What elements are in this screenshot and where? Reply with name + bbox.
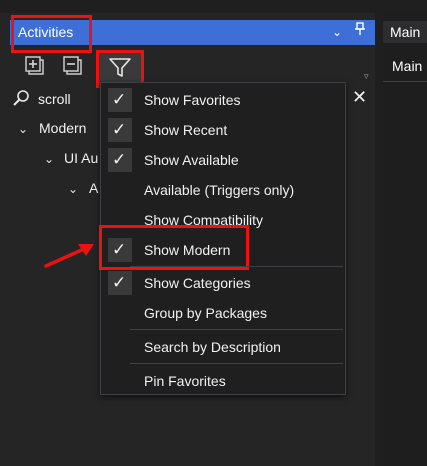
tree-item-modern[interactable]: Modern [39, 120, 86, 136]
pin-icon-svg [355, 22, 365, 35]
check-icon: ✓ [112, 90, 127, 109]
show-modern-highlight-box [99, 225, 249, 270]
chevron-down-icon[interactable]: ⌄ [18, 121, 28, 137]
menu-separator [130, 266, 343, 267]
search-icon-svg [13, 90, 29, 106]
tab-main-label: Main [390, 24, 421, 40]
clear-search-icon[interactable]: ✕ [352, 88, 367, 106]
arrow-icon [44, 244, 94, 268]
tree-item-ui-automation[interactable]: UI Au [64, 150, 98, 166]
annotation-arrow [40, 236, 100, 276]
menu-item-label: Show Favorites [144, 92, 241, 108]
menu-separator [130, 363, 343, 364]
chevron-down-icon[interactable]: ⌄ [44, 151, 54, 167]
panel-options-icon[interactable]: ⌄ [332, 24, 342, 40]
subtab-main-label[interactable]: Main [392, 58, 422, 74]
menu-item-label: Show Available [144, 152, 239, 168]
check-icon: ✓ [112, 150, 127, 169]
menu-item-label: Available (Triggers only) [144, 182, 295, 198]
menu-item-label: Group by Packages [144, 305, 267, 321]
chevron-down-icon: ▿ [364, 71, 369, 81]
collapse-all-icon[interactable] [62, 56, 84, 78]
collapse-all-icon-svg [63, 56, 82, 75]
divider [383, 81, 427, 82]
check-icon: ✓ [112, 120, 127, 139]
expand-all-icon-svg [25, 56, 44, 75]
menu-item-label: Pin Favorites [144, 373, 226, 389]
menu-item-label: Search by Description [144, 339, 281, 355]
menu-item-label: Show Recent [144, 122, 228, 138]
expand-all-icon[interactable] [24, 56, 46, 78]
check-icon: ✓ [112, 273, 127, 292]
search-icon [12, 90, 30, 112]
title-highlight-box [11, 15, 92, 53]
pin-icon[interactable] [354, 22, 366, 40]
chevron-down-icon[interactable]: ⌄ [68, 181, 78, 197]
menu-item-label: Show Categories [144, 275, 251, 291]
menu-separator [130, 329, 343, 330]
search-input[interactable]: scroll [38, 91, 71, 107]
tree-item-sub[interactable]: A [89, 180, 98, 196]
